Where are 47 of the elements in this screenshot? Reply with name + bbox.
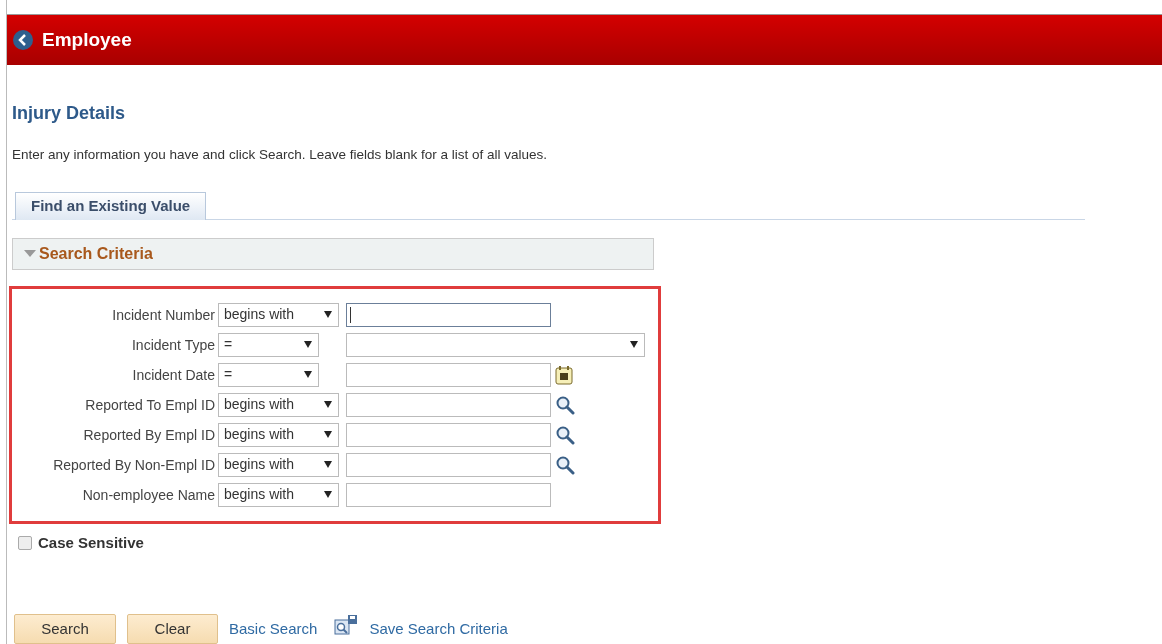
checkbox[interactable] xyxy=(18,535,32,550)
operator-dropdown[interactable]: begins with xyxy=(218,392,339,417)
operator-dropdown[interactable]: begins with xyxy=(218,302,339,327)
input-field[interactable] xyxy=(346,422,551,447)
operator-dropdown[interactable]: begins with xyxy=(218,422,339,447)
action-button[interactable]: Search xyxy=(14,614,116,644)
input-field[interactable] xyxy=(346,482,551,507)
caret-icon xyxy=(324,491,332,498)
caret-icon xyxy=(324,311,332,318)
operator-dropdown[interactable]: = xyxy=(218,362,319,387)
caret-icon xyxy=(324,461,332,468)
caret-icon xyxy=(304,341,312,348)
search-icon[interactable] xyxy=(555,394,575,415)
checkbox-label: Case Sensitive xyxy=(38,532,144,553)
operator-dropdown[interactable]: = xyxy=(218,332,319,357)
input-field[interactable] xyxy=(346,452,551,477)
field-label: Reported By Non-Empl ID xyxy=(53,456,215,473)
text-cursor xyxy=(350,306,351,323)
field-label: Incident Type xyxy=(131,336,215,353)
input-field[interactable] xyxy=(346,392,551,417)
caret-icon xyxy=(324,401,332,408)
caret-icon xyxy=(630,341,638,348)
instructions-text: Enter any information you have and click Search. Leave fields blank for a list of all values. xyxy=(12,146,549,165)
field-label: Incident Date xyxy=(132,366,215,383)
search-icon[interactable] xyxy=(555,454,575,475)
operator-dropdown[interactable]: begins with xyxy=(218,482,339,507)
input-field[interactable] xyxy=(346,302,551,327)
input-field[interactable] xyxy=(346,362,551,387)
page-title: Injury Details xyxy=(12,102,127,126)
caret-icon xyxy=(304,371,312,378)
field-label: Non-employee Name xyxy=(82,486,215,503)
calendar-icon[interactable] xyxy=(555,364,573,385)
field-label: Incident Number xyxy=(112,306,215,323)
header-title: Employee xyxy=(42,27,132,52)
section-header[interactable]: Search Criteria xyxy=(12,237,654,270)
field-label: Reported By Empl ID xyxy=(83,426,215,443)
link[interactable]: Basic Search xyxy=(229,617,318,641)
operator-dropdown[interactable]: begins with xyxy=(218,452,339,477)
tab[interactable]: Find an Existing Value xyxy=(15,191,207,220)
action-button[interactable]: Clear xyxy=(127,614,218,644)
link[interactable]: Save Search Criteria xyxy=(369,617,508,641)
save-search-icon[interactable] xyxy=(334,614,359,636)
field-label: Reported To Empl ID xyxy=(85,396,215,413)
search-icon[interactable] xyxy=(555,424,575,445)
back-icon[interactable] xyxy=(12,29,34,52)
caret-icon xyxy=(324,431,332,438)
section-title: Search Criteria xyxy=(39,243,153,264)
